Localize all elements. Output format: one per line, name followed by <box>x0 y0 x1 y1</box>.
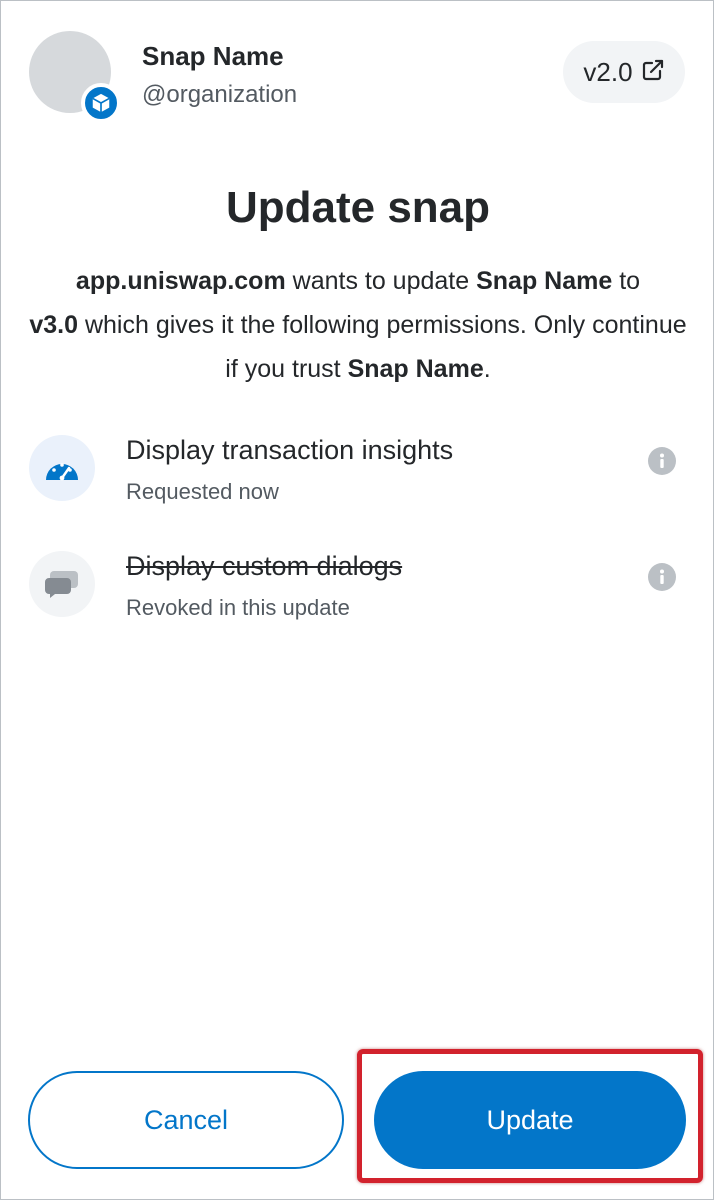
snap-name-bold-2: Snap Name <box>347 355 484 383</box>
permission-label: Display custom dialogs <box>126 551 403 581</box>
permission-item: Display transaction insights Requested n… <box>29 435 689 525</box>
info-icon[interactable] <box>648 563 676 591</box>
info-icon[interactable] <box>648 447 676 475</box>
snap-name-bold: Snap Name <box>476 267 613 295</box>
snap-organization: @organization <box>142 81 298 108</box>
cancel-button[interactable]: Cancel <box>28 1071 344 1169</box>
snap-name: Snap Name <box>142 41 284 71</box>
update-description: app.uniswap.com wants to update Snap Nam… <box>29 267 687 383</box>
chat-bubbles-icon <box>29 551 95 617</box>
update-button[interactable]: Update <box>374 1071 686 1169</box>
page-title: Update snap <box>225 183 491 232</box>
version-label: v2.0 <box>583 56 633 87</box>
snap-box-icon <box>81 83 121 123</box>
permission-status: Requested now <box>126 479 279 504</box>
permission-status: Revoked in this update <box>126 595 350 620</box>
snap-update-dialog: Snap Name @organization v2.0 Update snap… <box>0 0 714 1200</box>
permission-item: Display custom dialogs Revoked in this u… <box>29 551 689 641</box>
gauge-icon <box>29 435 95 501</box>
permission-label: Display transaction insights <box>126 435 454 465</box>
external-link-icon <box>641 58 665 87</box>
version-button[interactable]: v2.0 <box>563 41 685 103</box>
origin-name: app.uniswap.com <box>75 267 286 295</box>
new-version: v3.0 <box>29 311 79 339</box>
